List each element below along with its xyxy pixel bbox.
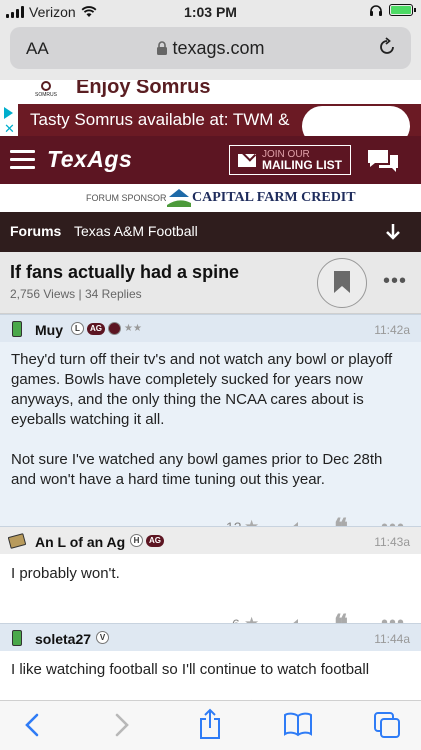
browser-url-area: AA texags.com	[0, 24, 421, 80]
sponsor-name: CAPITAL FARM CREDIT	[192, 190, 356, 205]
page-title: If fans actually had a spine	[10, 262, 240, 282]
post-time: 11:43a	[374, 535, 410, 549]
badge-ag: AG	[87, 322, 105, 335]
figurine-icon	[7, 533, 27, 549]
phone-icon	[12, 630, 22, 646]
post-body: They'd turn off their tv's and not watch…	[0, 342, 421, 516]
tabs-icon[interactable]	[373, 711, 401, 739]
post-author[interactable]: Muy	[35, 322, 63, 338]
back-icon[interactable]	[22, 711, 42, 739]
post-body: I like watching football so I'll continu…	[0, 651, 421, 691]
post-paragraph: I probably won't.	[11, 565, 120, 582]
badge-v: V	[96, 631, 109, 644]
envelope-icon	[238, 153, 256, 167]
forum-sponsor[interactable]: FORUM SPONSOR CAPITAL FARM CREDIT	[0, 184, 421, 212]
browser-toolbar	[0, 700, 421, 750]
reload-icon[interactable]	[377, 37, 397, 57]
more-options-icon[interactable]: •••	[383, 270, 407, 293]
breadcrumb-forums[interactable]: Forums	[10, 223, 61, 239]
post-time: 11:44a	[374, 632, 410, 646]
clock: 1:03 PM	[184, 4, 237, 20]
advertisement-banner[interactable]: SOMRUS Enjoy Somrus ✕ Tasty Somrus avail…	[0, 80, 421, 136]
battery-icon	[389, 4, 416, 16]
chat-icon[interactable]	[366, 148, 400, 174]
team-logo-icon	[108, 322, 121, 335]
post-paragraph: They'd turn off their tv's and not watch…	[11, 351, 393, 428]
url-display[interactable]: texags.com	[10, 38, 411, 59]
menu-icon[interactable]	[10, 150, 35, 174]
post: Muy L AG ★★ 11:42a They'd turn off their…	[0, 314, 421, 549]
breadcrumb-board[interactable]: Texas A&M Football	[74, 223, 198, 239]
post-paragraph: Not sure I've watched any bowl games pri…	[11, 451, 383, 488]
somrus-logo: SOMRUS	[28, 80, 64, 102]
arrow-down-icon[interactable]	[384, 222, 402, 242]
post-paragraph: I like watching football so I'll continu…	[11, 661, 370, 678]
badge-l: L	[71, 322, 84, 335]
mailing-list-button[interactable]: JOIN OUR MAILING LIST	[229, 145, 351, 175]
bookmark-button[interactable]	[317, 258, 367, 308]
bookmark-icon	[334, 271, 350, 293]
site-header: TexAgs JOIN OUR MAILING LIST	[0, 136, 421, 184]
forum-breadcrumb: Forums Texas A&M Football	[0, 212, 421, 252]
post-time: 11:42a	[374, 323, 410, 337]
url-text: texags.com	[172, 38, 265, 58]
topic-stats: 2,756 Views | 34 Replies	[10, 287, 142, 301]
lock-icon	[157, 41, 168, 55]
post-author[interactable]: soleta27	[35, 631, 91, 647]
rating-stars: ★★	[124, 323, 142, 334]
topic-header: If fans actually had a spine 2,756 Views…	[0, 252, 421, 314]
badge-h: H	[130, 534, 143, 547]
ad-bar[interactable]: Tasty Somrus available at: TWM &	[18, 104, 421, 136]
texags-logo[interactable]: TexAgs	[47, 146, 132, 173]
post-author[interactable]: An L of an Ag	[35, 534, 125, 550]
mailing-line2: MAILING LIST	[262, 158, 342, 172]
phone-icon	[12, 321, 22, 337]
sponsor-label: FORUM SPONSOR	[86, 193, 167, 203]
status-bar: Verizon 1:03 PM	[0, 0, 421, 24]
bookmarks-icon[interactable]	[283, 711, 313, 737]
post-body: I probably won't.	[0, 554, 421, 608]
address-bar[interactable]: AA texags.com	[10, 27, 411, 69]
ad-button[interactable]	[302, 106, 410, 136]
capital-farm-credit-logo	[167, 189, 191, 207]
ad-headline: Enjoy Somrus	[76, 80, 211, 98]
adchoices-icon[interactable]: ✕	[0, 104, 18, 136]
share-icon[interactable]	[198, 708, 222, 740]
forward-icon[interactable]	[112, 711, 132, 739]
headphones-icon	[370, 5, 382, 16]
ad-text: Tasty Somrus available at: TWM &	[30, 110, 290, 129]
badge-ag: AG	[146, 534, 164, 547]
